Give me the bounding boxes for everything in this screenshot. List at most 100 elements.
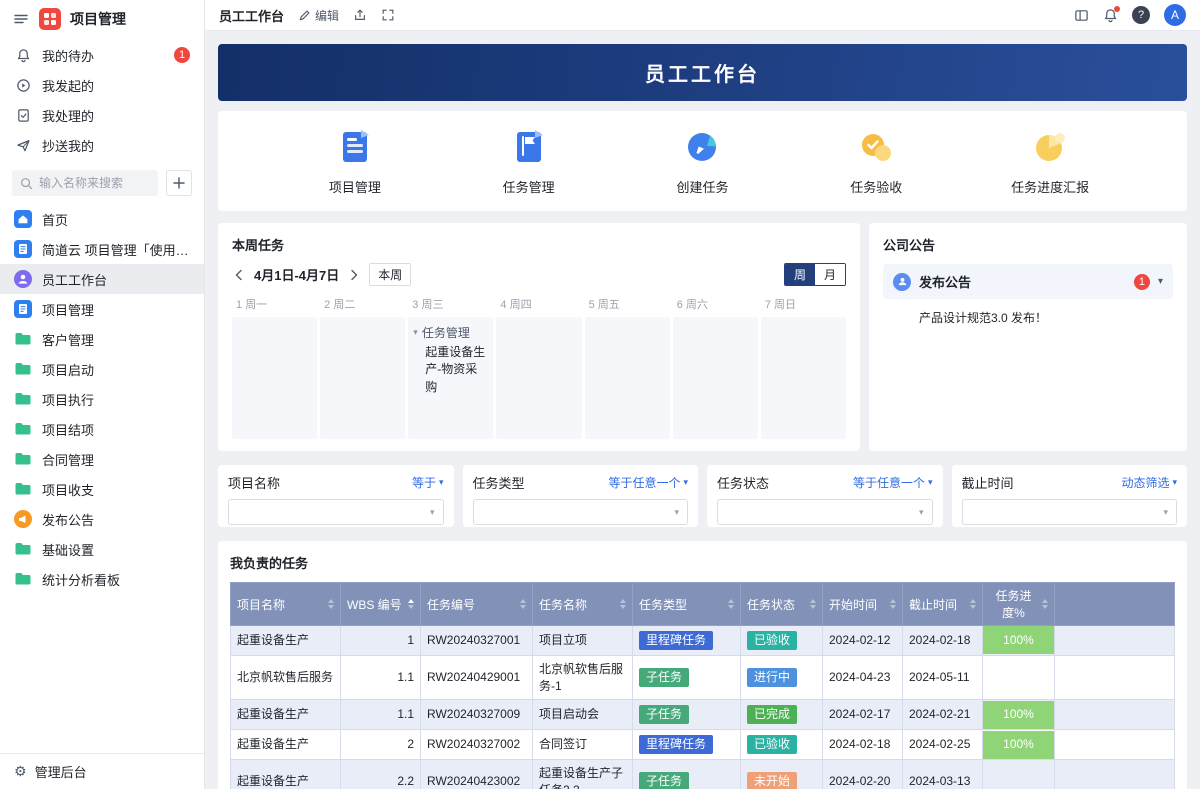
sidebar-item-employee-workbench[interactable]: 员工工作台 [0, 264, 204, 294]
admin-console-button[interactable]: ⚙ 管理后台 [0, 753, 204, 789]
sidebar-item-project-closure[interactable]: 项目结项 [0, 414, 204, 444]
app-logo [39, 8, 61, 30]
home-icon [14, 210, 32, 228]
sidebar-item-home[interactable]: 首页 [0, 204, 204, 234]
column-header-task-name[interactable]: 任务名称 [533, 583, 633, 626]
add-button[interactable] [166, 170, 192, 196]
sidebar-item-project-execution[interactable]: 项目执行 [0, 384, 204, 414]
this-week-button[interactable]: 本周 [369, 263, 411, 286]
task-status-badge: 已验收 [747, 735, 797, 754]
column-header-wbs[interactable]: WBS 编号 [341, 583, 421, 626]
announcement-item-title: 发布公告 [919, 272, 971, 291]
sidebar-quick-section: 我的待办 1 我发起的 我处理的 抄送我的 [0, 36, 204, 162]
sidebar-item-initiated-by-me[interactable]: 我发起的 [0, 70, 204, 100]
column-header-task-status[interactable]: 任务状态 [741, 583, 823, 626]
sidebar-item-my-todos[interactable]: 我的待办 1 [0, 40, 204, 70]
progress-bar: 100% [983, 626, 1054, 654]
week-tasks-card: 本周任务 4月1日-4月7日 本周 周 月 [218, 223, 860, 451]
sidebar-item-label: 我处理的 [42, 106, 94, 125]
edit-button[interactable]: 编辑 [298, 7, 339, 24]
quick-action-task-acceptance[interactable]: 任务验收 [811, 126, 941, 196]
sidebar-item-customer-management[interactable]: 客户管理 [0, 324, 204, 354]
table-row[interactable]: 北京帆软售后服务 1.1 RW20240429001 北京帆软售后服务-1 子任… [231, 655, 1175, 700]
column-header-task-type[interactable]: 任务类型 [633, 583, 741, 626]
sidebar-item-project-management[interactable]: 项目管理 [0, 294, 204, 324]
search-box[interactable] [12, 170, 158, 196]
sidebar-item-label: 抄送我的 [42, 136, 94, 155]
filter-value-select[interactable]: ▾ [228, 499, 444, 525]
task-group-toggle[interactable]: ▾ 任务管理 [408, 317, 493, 344]
sidebar-item-cc-to-me[interactable]: 抄送我的 [0, 130, 204, 160]
filter-value-select[interactable]: ▾ [473, 499, 689, 525]
doc-icon [14, 240, 32, 258]
filter-operator-button[interactable]: 等于任意一个▾ [853, 474, 933, 491]
announcement-item[interactable]: 发布公告 1 ▾ [883, 264, 1173, 299]
weekday-header: 5 周五 [585, 294, 670, 314]
sidebar-item-label: 首页 [42, 210, 68, 229]
doc-icon [14, 300, 32, 318]
sidebar-item-project-finance[interactable]: 项目收支 [0, 474, 204, 504]
filter-project-name: 项目名称 等于▾ ▾ [218, 465, 454, 527]
quick-action-label: 任务验收 [850, 177, 902, 196]
weekday-header: 6 周六 [673, 294, 758, 314]
chevron-down-icon[interactable]: ▾ [1158, 276, 1163, 287]
week-grid: ▾ 任务管理 起重设备生产-物资采购 [232, 317, 846, 439]
filter-operator-button[interactable]: 等于▾ [412, 474, 444, 491]
filter-value-select[interactable]: ▾ [962, 499, 1178, 525]
filter-operator-button[interactable]: 等于任意一个▾ [608, 474, 688, 491]
sidebar-item-label: 我发起的 [42, 76, 94, 95]
quick-action-task-management[interactable]: 任务管理 [464, 126, 594, 196]
fullscreen-button[interactable] [381, 8, 395, 22]
table-row[interactable]: 起重设备生产 2.2 RW20240423002 起重设备生产子任务2.2 子任… [231, 759, 1175, 789]
column-header-progress[interactable]: 任务进度% [983, 583, 1055, 626]
quick-action-project-management[interactable]: 项目管理 [290, 126, 420, 196]
banner-title: 员工工作台 [645, 58, 760, 87]
todo-count-badge: 1 [174, 47, 190, 63]
column-header-end-date[interactable]: 截止时间 [903, 583, 983, 626]
search-input[interactable] [39, 176, 150, 190]
day-column-mon [232, 317, 317, 439]
day-column-thu [496, 317, 581, 439]
quick-action-progress-report[interactable]: 任务进度汇报 [985, 126, 1115, 196]
announcement-content[interactable]: 产品设计规范3.0 发布！ [883, 299, 1173, 326]
task-type-badge: 子任务 [639, 668, 689, 687]
table-row[interactable]: 起重设备生产 1 RW20240327001 项目立项 里程碑任务 已验收 20… [231, 626, 1175, 656]
sort-icon [620, 599, 626, 609]
sidebar-item-project-initiation[interactable]: 项目启动 [0, 354, 204, 384]
task-group-label: 任务管理 [422, 324, 470, 341]
table-row[interactable]: 起重设备生产 2 RW20240327002 合同签订 里程碑任务 已验收 20… [231, 730, 1175, 760]
help-button[interactable]: ? [1132, 6, 1150, 24]
sidebar-item-contract-management[interactable]: 合同管理 [0, 444, 204, 474]
sidebar-item-publish-announcement[interactable]: 发布公告 [0, 504, 204, 534]
column-header-project[interactable]: 项目名称 [231, 583, 341, 626]
progress-pie-icon [1029, 126, 1071, 168]
folder-icon [14, 420, 32, 438]
avatar[interactable]: A [1164, 4, 1186, 26]
progress-bar: 100% [983, 701, 1054, 729]
share-button[interactable] [353, 8, 367, 22]
share-icon [353, 8, 367, 22]
task-status-badge: 未开始 [747, 772, 797, 789]
table-row[interactable]: 起重设备生产 1.1 RW20240327009 项目启动会 子任务 已完成 2… [231, 700, 1175, 730]
week-task-item[interactable]: 起重设备生产-物资采购 [408, 344, 493, 396]
notifications-button[interactable] [1103, 8, 1118, 23]
toggle-week-button[interactable]: 周 [785, 264, 815, 285]
next-week-button[interactable] [347, 268, 361, 282]
filter-value-select[interactable]: ▾ [717, 499, 933, 525]
prev-week-button[interactable] [232, 268, 246, 282]
sidebar-item-analytics-dashboard[interactable]: 统计分析看板 [0, 564, 204, 594]
folder-icon [14, 570, 32, 588]
quick-action-create-task[interactable]: 创建任务 [637, 126, 767, 196]
bell-icon [14, 46, 32, 64]
quick-action-label: 任务管理 [503, 177, 555, 196]
task-status-badge: 已验收 [747, 631, 797, 650]
filter-operator-button[interactable]: 动态筛选▾ [1121, 474, 1177, 491]
panel-toggle-button[interactable] [1074, 8, 1089, 23]
column-header-task-no[interactable]: 任务编号 [421, 583, 533, 626]
sidebar-item-basic-settings[interactable]: 基础设置 [0, 534, 204, 564]
hamburger-menu-icon[interactable] [12, 10, 30, 28]
column-header-start-date[interactable]: 开始时间 [823, 583, 903, 626]
toggle-month-button[interactable]: 月 [815, 264, 845, 285]
sidebar-item-processed-by-me[interactable]: 我处理的 [0, 100, 204, 130]
sidebar-item-usage-guide[interactable]: 简道云 项目管理「使用说明」 [0, 234, 204, 264]
